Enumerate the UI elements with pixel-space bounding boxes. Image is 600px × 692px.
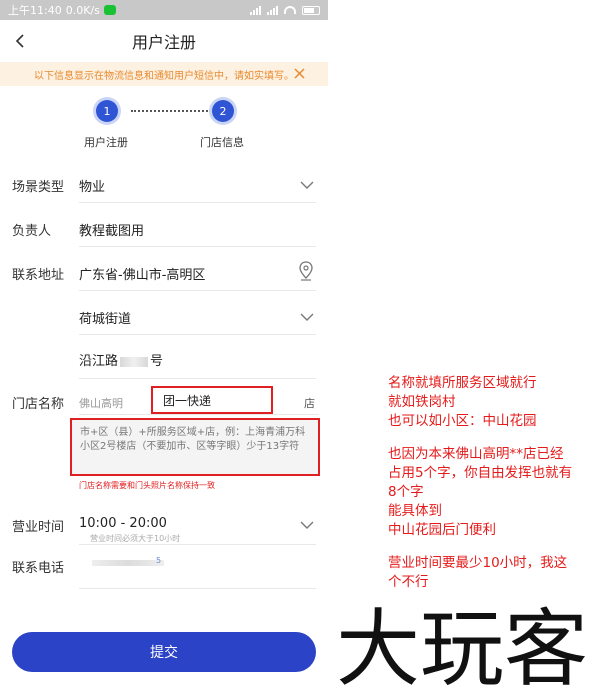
wechat-icon [103,5,116,15]
status-speed: 0.0K/s [65,3,100,17]
row-divider [79,202,316,203]
manager-label: 负责人 [12,224,52,239]
row-divider [79,414,319,415]
annotation-line: 中山花园后门便利 [388,522,496,538]
address-region-row[interactable]: 联系地址 广东省-佛山市-高明区 [0,258,328,302]
annotation-text: 名称就填所服务区域就行 就如铁岗村 也可以如小区：中山花园 也因为本来佛山高明*… [388,374,598,592]
nav-bar: 用户注册 [0,20,328,62]
annotation-line: 名称就填所服务区域就行 [388,375,537,391]
step-indicator: 1 2 用户注册 门店信息 [0,94,328,154]
step-1-label: 用户注册 [84,136,128,149]
store-name-note: 门店名称需要和门头照片名称保持一致 [79,481,215,490]
business-hours-value: 10:00 - 20:00 [79,516,167,531]
status-time: 上午11:40 [8,4,62,17]
phone-suffix: 5 [156,556,162,565]
row-divider [79,246,316,247]
notice-banner: 以下信息显示在物流信息和通知用户短信中，请如实填写。 [0,62,328,86]
back-arrow-icon[interactable] [12,32,30,50]
store-name-value: 团一快递 [163,393,212,408]
address-detail-input[interactable]: 沿江路 号 [79,350,163,369]
signal-icon-2 [267,5,278,15]
manager-input[interactable]: 教程截图用 [79,220,144,239]
screenshot-root: 上午11:40 0.0K/s 用户注册 以下信息显示在物流信息和通知用户短信中，… [0,0,600,692]
annotation-line: 也可以如小区：中山花园 [388,413,537,429]
store-name-hint-box: 市+区（县）+所服务区域+店，例：上海青浦万科小区2号楼店（不要加市、区等字眼）… [70,418,320,476]
address-detail-prefix: 沿江路 [79,354,119,369]
annotation-line: 8个字 [388,484,424,500]
close-icon[interactable] [293,67,306,80]
annotation-line: 能具体到 [388,503,442,519]
business-hours-label: 营业时间 [12,520,65,535]
watermark-logo: 大玩客 [336,600,588,692]
store-name-prefix: 佛山高明 [79,397,123,410]
row-divider [79,334,316,335]
business-hours-hint: 营业时间必须大于10小时 [90,534,181,543]
redacted-block [120,356,149,367]
step-1-dot: 1 [96,100,118,122]
row-divider [79,588,316,589]
signal-icon [250,5,261,15]
wifi-icon [284,6,296,14]
chevron-down-icon[interactable] [300,312,314,322]
scene-type-value: 物业 [79,180,106,195]
status-bar: 上午11:40 0.0K/s [0,0,328,20]
location-pin-icon[interactable] [298,260,314,282]
manager-row[interactable]: 负责人 教程截图用 [0,214,328,258]
phone-label: 联系电话 [12,561,65,576]
battery-icon [302,5,320,15]
step-connector [131,110,211,112]
row-divider [79,378,316,379]
store-name-label: 门店名称 [12,397,65,412]
store-name-input[interactable]: 团一快递 [151,386,273,414]
address-label: 联系地址 [12,268,65,283]
chevron-down-icon[interactable] [300,180,314,190]
scene-type-row[interactable]: 场景类型 物业 [0,170,328,214]
row-divider [79,544,316,545]
address-detail-row[interactable]: 沿江路 号 [0,346,328,390]
phone-input-redacted[interactable] [92,560,164,566]
submit-button[interactable]: 提交 [12,632,316,672]
row-divider [79,290,316,291]
page-title: 用户注册 [131,33,196,52]
annotation-line: 就如铁岗村 [388,394,456,410]
annotation-line: 个不行 [388,574,429,590]
annotation-line: 也因为本来佛山高明**店已经 [388,446,564,462]
address-street-value: 荷城街道 [79,312,132,327]
annotation-line: 营业时间要最少10小时，我这 [388,555,568,571]
store-name-hint: 市+区（县）+所服务区域+店，例：上海青浦万科小区2号楼店（不要加市、区等字眼）… [80,427,306,452]
address-region-value: 广东省-佛山市-高明区 [79,268,206,283]
store-name-suffix: 店 [304,397,315,410]
address-street-row[interactable]: 荷城街道 [0,302,328,346]
phone-screen: 上午11:40 0.0K/s 用户注册 以下信息显示在物流信息和通知用户短信中，… [0,0,328,692]
watermark-text: 大玩客 [336,600,588,692]
step-2-dot: 2 [212,100,234,122]
step-2-label: 门店信息 [200,136,244,149]
notice-text: 以下信息显示在物流信息和通知用户短信中，请如实填写。 [34,70,294,82]
annotation-line: 占用5个字，你自由发挥也就有 [388,465,573,481]
scene-type-label: 场景类型 [12,180,65,195]
chevron-down-icon[interactable] [300,520,314,530]
address-detail-suffix: 号 [150,354,164,369]
